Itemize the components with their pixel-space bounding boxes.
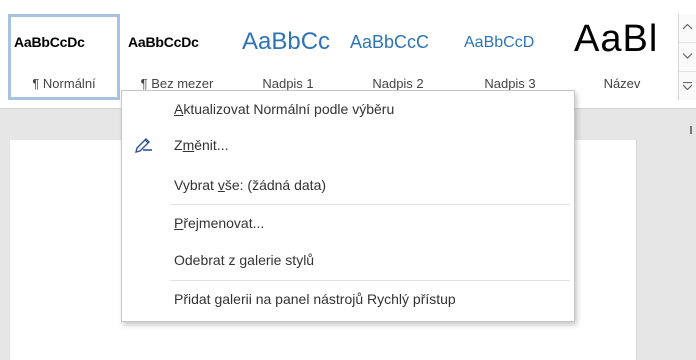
menu-label-part: alerie stylů [247, 252, 315, 268]
menu-accelerator: A [174, 101, 184, 117]
style-sample: AaBbCc [242, 28, 331, 55]
more-dropdown-icon [683, 82, 692, 90]
menu-accelerator: v [217, 177, 225, 193]
style-no-spacing[interactable]: AaBbCcDc ¶ Bez mezer [122, 14, 232, 100]
chevron-up-icon [683, 24, 692, 30]
gallery-scroll [678, 14, 696, 100]
style-name: ¶ Normální [32, 76, 96, 91]
style-normal[interactable]: AaBbCcDc ¶ Normální [8, 14, 120, 100]
menu-item-update-normal[interactable]: Aktualizovat Normální podle výběru [122, 95, 574, 125]
menu-accelerator: P [174, 215, 184, 231]
style-name: ¶ Bez mezer [140, 76, 214, 91]
menu-item-modify[interactable]: Změnit... [122, 131, 574, 161]
style-sample: AaBbCcDc [14, 34, 85, 50]
menu-accelerator: g [239, 252, 248, 268]
ruler-tick [690, 126, 692, 134]
gallery-scroll-up-button[interactable] [679, 14, 696, 43]
menu-item-remove-from-gallery[interactable]: Odebrat z galerie stylů [122, 246, 574, 276]
style-title[interactable]: AaBl Název [568, 14, 676, 100]
menu-label-part: še: (žádná data) [224, 177, 327, 193]
style-sample: AaBl [574, 18, 659, 60]
chevron-down-icon [683, 53, 692, 59]
style-heading-3[interactable]: AaBbCcD Nadpis 3 [458, 14, 562, 100]
menu-label-part: ěnit... [194, 137, 229, 153]
menu-label-part: Odebrat z [174, 252, 240, 268]
gallery-scroll-down-button[interactable] [679, 43, 696, 72]
style-name: Nadpis 1 [262, 76, 314, 91]
menu-label-part: řejmenovat... [183, 215, 265, 231]
pen-style-icon [134, 137, 154, 155]
style-sample: AaBbCcC [350, 32, 430, 52]
style-context-menu: Aktualizovat Normální podle výběru Změni… [121, 90, 575, 322]
menu-item-rename[interactable]: Přejmenovat... [122, 209, 574, 239]
menu-item-select-all[interactable]: Vybrat vše: (žádná data) [122, 171, 574, 201]
menu-label-part: ktualizovat Normální podle výběru [183, 101, 395, 117]
menu-separator [170, 204, 570, 205]
style-heading-2[interactable]: AaBbCcC Nadpis 2 [344, 14, 452, 100]
style-name: Nadpis 2 [372, 76, 424, 91]
menu-accelerator: m [182, 137, 195, 153]
menu-label-part: Přidat [174, 291, 215, 307]
menu-separator [170, 280, 570, 281]
style-heading-1[interactable]: AaBbCc Nadpis 1 [236, 14, 340, 100]
style-name: Název [603, 76, 641, 91]
menu-label-part: alerii na panel nástrojů Rychlý přístup [222, 291, 456, 307]
menu-label-part: Vybrat [174, 177, 218, 193]
gallery-more-button[interactable] [679, 72, 696, 100]
menu-item-add-to-quick-access[interactable]: Přidat galerii na panel nástrojů Rychlý … [122, 285, 574, 315]
menu-label-part: Z [174, 137, 183, 153]
style-name: Nadpis 3 [484, 76, 536, 91]
style-sample: AaBbCcDc [128, 34, 199, 50]
styles-gallery: AaBbCcDc ¶ Normální AaBbCcDc ¶ Bez mezer… [8, 14, 678, 100]
style-sample: AaBbCcD [464, 34, 535, 51]
